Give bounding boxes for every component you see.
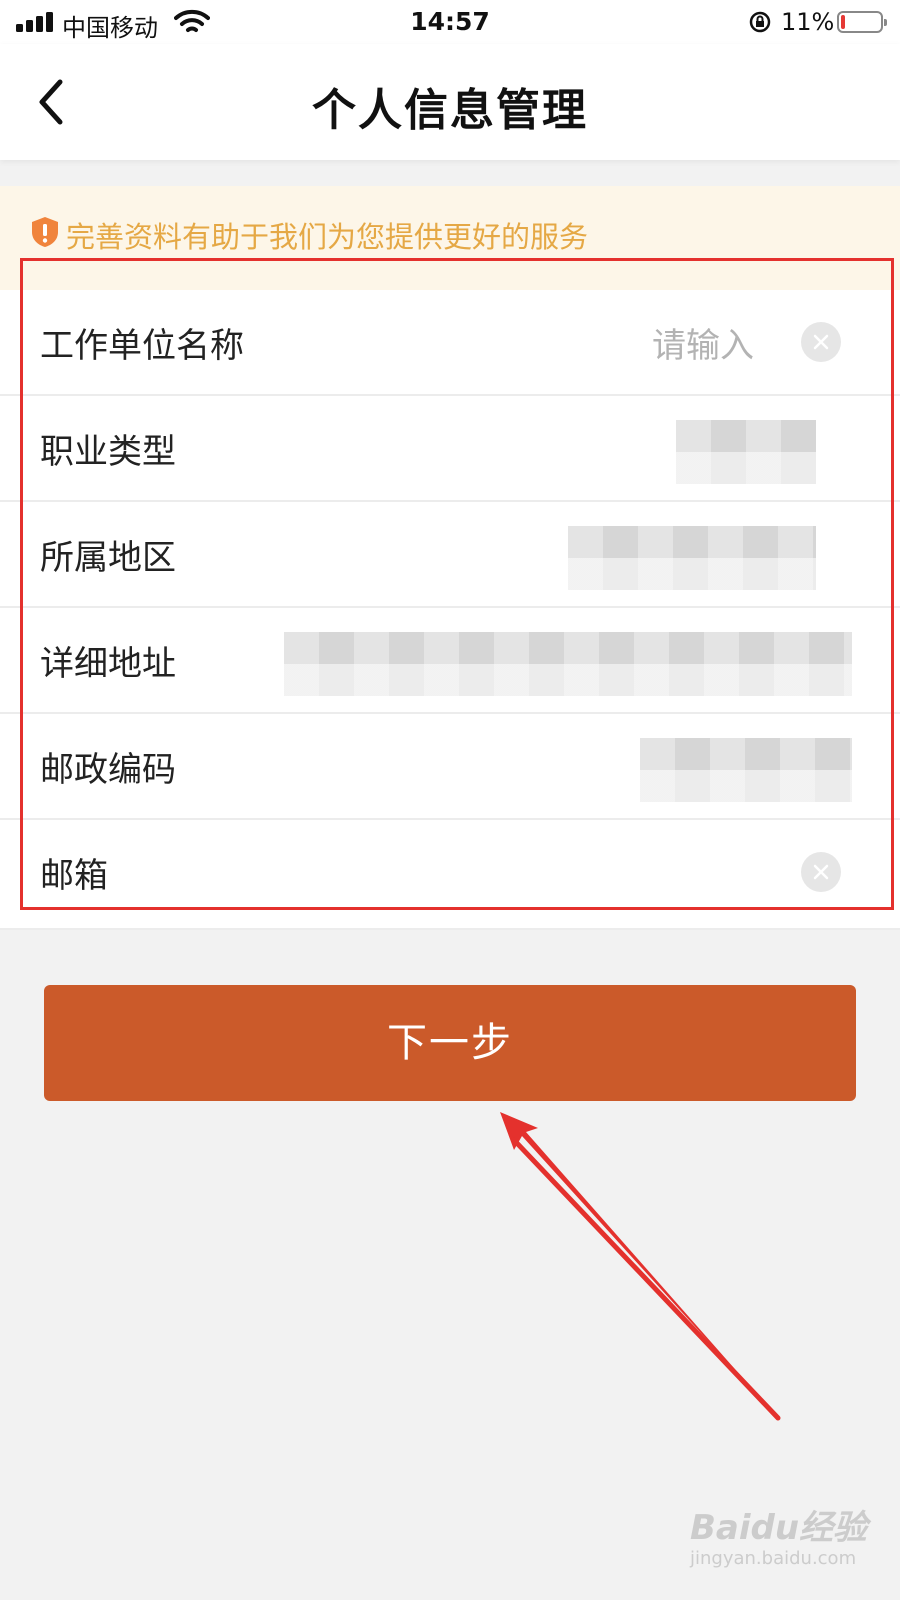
notice-text: 完善资料有助于我们为您提供更好的服务: [66, 220, 589, 254]
email-label: 邮箱: [40, 856, 108, 896]
address-value-redacted[interactable]: [284, 632, 852, 696]
notice-banner: 完善资料有助于我们为您提供更好的服务: [0, 186, 900, 290]
close-icon: [813, 334, 829, 350]
warning-shield-icon: [32, 217, 58, 247]
page-title: 个人信息管理: [312, 85, 588, 136]
region-label: 所属地区: [40, 538, 176, 578]
employer-input[interactable]: 请输入: [652, 318, 754, 367]
postcode-label: 邮政编码: [40, 750, 176, 790]
watermark-logo-text: Baidu经验: [690, 1508, 868, 1548]
form-row-employer[interactable]: 工作单位名称 请输入: [0, 290, 900, 396]
form-row-occupation[interactable]: 职业类型: [0, 396, 900, 502]
baidu-watermark: Baidu经验 jingyan.baidu.com: [690, 1500, 890, 1590]
address-label: 详细地址: [40, 644, 176, 684]
employer-label: 工作单位名称: [40, 326, 244, 366]
watermark-url: jingyan.baidu.com: [690, 1548, 857, 1569]
postcode-value-redacted[interactable]: [640, 738, 852, 802]
form-row-address[interactable]: 详细地址: [0, 608, 900, 714]
clear-employer-button[interactable]: [801, 322, 841, 362]
occupation-label: 职业类型: [40, 432, 176, 472]
personal-info-form: 工作单位名称 请输入 职业类型 所属地区 详细地址 邮政编码 邮箱: [0, 290, 900, 930]
battery-level: [841, 15, 845, 29]
status-bar: 中国移动 14:57 11%: [0, 0, 900, 44]
region-value-redacted[interactable]: [568, 526, 816, 590]
next-step-button[interactable]: 下一步: [44, 985, 856, 1101]
clear-email-button[interactable]: [801, 852, 841, 892]
battery-percent: 11%: [781, 8, 835, 36]
form-row-email[interactable]: 邮箱: [0, 820, 900, 930]
rotation-lock-icon: [749, 11, 771, 33]
form-row-region[interactable]: 所属地区: [0, 502, 900, 608]
close-icon: [813, 864, 829, 880]
form-row-postcode[interactable]: 邮政编码: [0, 714, 900, 820]
battery-icon: [837, 11, 887, 33]
nav-bar: 个人信息管理: [0, 44, 900, 160]
occupation-value-redacted[interactable]: [676, 420, 816, 484]
